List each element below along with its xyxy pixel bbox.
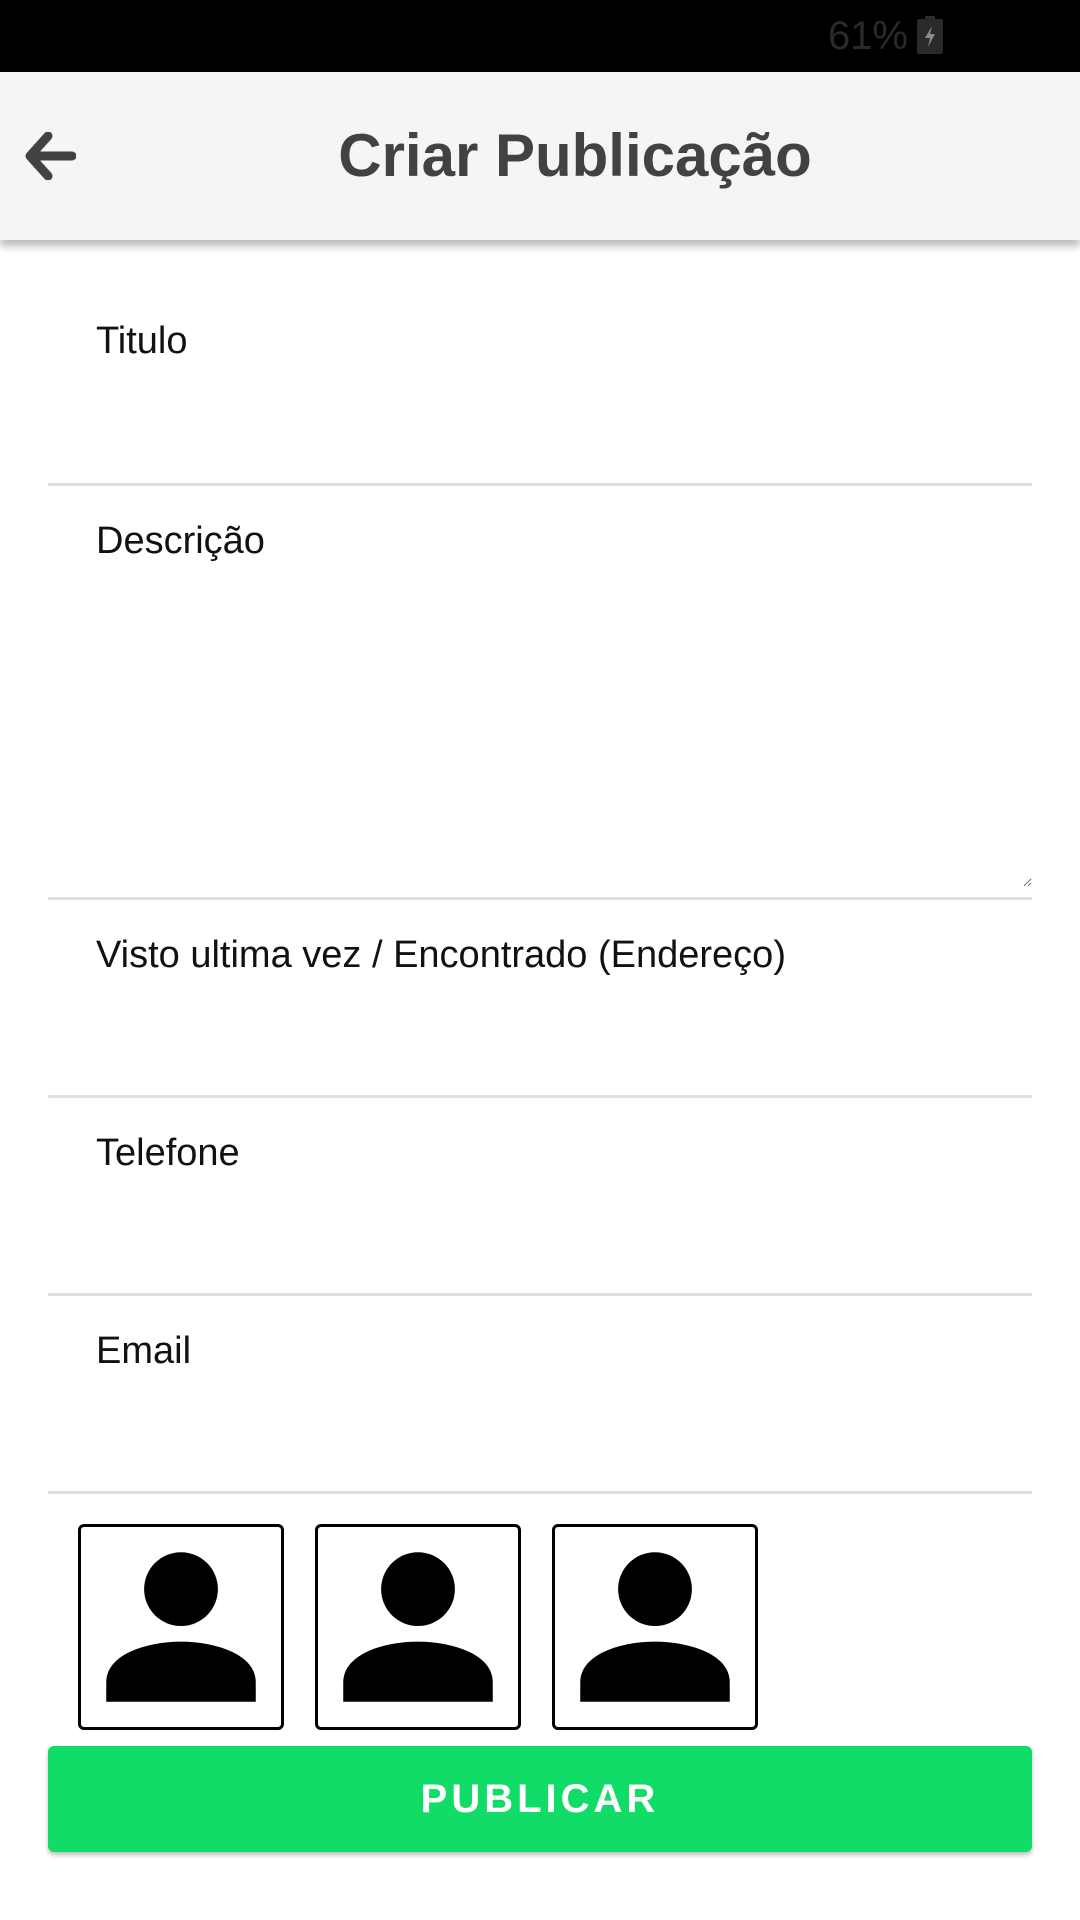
description-field-label: Descrição xyxy=(96,520,265,562)
person-placeholder-icon xyxy=(343,1552,493,1702)
phone-field-label: Telefone xyxy=(96,1132,240,1174)
email-field[interactable]: Email xyxy=(48,1296,1032,1494)
description-field[interactable]: Descrição xyxy=(48,486,1032,900)
photo-slots xyxy=(78,1524,758,1730)
photo-slot-1[interactable] xyxy=(78,1524,284,1730)
last-seen-address-input[interactable] xyxy=(96,1023,1032,1085)
description-input[interactable] xyxy=(96,583,1032,887)
email-field-label: Email xyxy=(96,1330,192,1372)
email-input[interactable] xyxy=(96,1419,1032,1481)
person-placeholder-icon xyxy=(106,1552,256,1702)
title-field[interactable]: Titulo xyxy=(48,242,1032,486)
battery-percentage: 61% xyxy=(827,14,908,58)
battery-charging-icon xyxy=(917,16,943,54)
page-title: Criar Publicação xyxy=(338,122,812,189)
photo-slot-3[interactable] xyxy=(552,1524,758,1730)
phone-input[interactable] xyxy=(96,1221,1032,1283)
publish-button[interactable]: PUBLICAR xyxy=(48,1746,1032,1852)
phone-field[interactable]: Telefone xyxy=(48,1098,1032,1296)
status-bar: 61% xyxy=(0,0,1080,72)
title-input[interactable] xyxy=(96,411,1032,473)
person-placeholder-icon xyxy=(580,1552,730,1702)
photo-slot-2[interactable] xyxy=(315,1524,521,1730)
last-seen-address-label: Visto ultima vez / Encontrado (Endereço) xyxy=(96,934,786,976)
last-seen-address-field[interactable]: Visto ultima vez / Encontrado (Endereço) xyxy=(48,900,1032,1098)
app-bar: Criar Publicação xyxy=(0,72,1080,240)
title-field-label: Titulo xyxy=(96,320,188,362)
create-post-form: Titulo Descrição Visto ultima vez / Enco… xyxy=(48,242,1032,1494)
